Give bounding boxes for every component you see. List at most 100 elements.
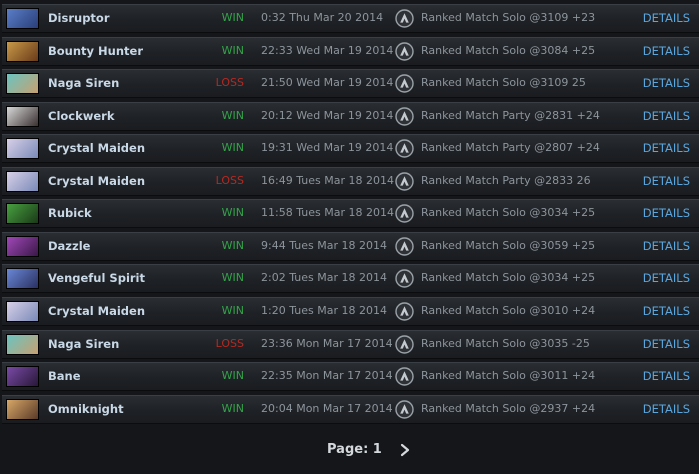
hero-name: Crystal Maiden [48, 303, 146, 318]
details-link[interactable]: DETAILS [643, 206, 690, 220]
hero-name: Bane [48, 369, 81, 384]
hero-portrait-icon [6, 203, 39, 225]
match-mode-icon [395, 399, 414, 419]
match-time: 11:58 Tues Mar 18 2014 [261, 206, 394, 220]
match-result: WIN [221, 11, 244, 24]
match-row[interactable]: Crystal Maiden WIN 1:20 Tues Mar 18 2014 Ra… [2, 296, 699, 326]
details-link[interactable]: DETAILS [643, 76, 690, 90]
match-time: 20:12 Wed Mar 19 2014 [261, 108, 394, 122]
hero-name: Vengeful Spirit [48, 271, 145, 286]
match-result: WIN [221, 369, 244, 383]
details-link[interactable]: DETAILS [643, 109, 690, 123]
details-link[interactable]: DETAILS [643, 337, 690, 351]
match-type: Ranked Match Solo @3034 +25 [421, 206, 596, 220]
match-result: LOSS [215, 173, 244, 187]
match-result: WIN [221, 303, 244, 317]
pagination: Page: 1 [0, 428, 699, 474]
match-result: LOSS [215, 76, 244, 90]
hero-portrait-icon [6, 268, 39, 290]
hero-name: Dazzle [48, 238, 91, 253]
match-mode-icon [395, 139, 414, 158]
match-row[interactable]: Clockwerk WIN 20:12 Wed Mar 19 2014 Ranked … [2, 101, 699, 131]
hero-portrait-icon [6, 40, 39, 62]
match-type: Ranked Match Solo @3059 +25 [421, 238, 596, 252]
match-mode-icon [395, 9, 414, 28]
details-link[interactable]: DETAILS [643, 369, 690, 383]
details-link[interactable]: DETAILS [643, 141, 690, 155]
details-link[interactable]: DETAILS [643, 239, 690, 253]
next-page-icon[interactable] [397, 441, 413, 459]
hero-name: Crystal Maiden [48, 173, 146, 188]
match-row[interactable]: Vengeful Spirit WIN 2:02 Tues Mar 18 2014 R… [2, 264, 699, 294]
match-type: Ranked Match Party @2831 +24 [421, 108, 600, 122]
match-time: 19:31 Wed Mar 19 2014 [261, 141, 394, 155]
match-row[interactable]: Disruptor WIN 0:32 Thu Mar 20 2014 Ranked M… [2, 4, 699, 33]
hero-name: Rubick [48, 206, 92, 221]
match-row[interactable]: Naga Siren LOSS 23:36 Mon Mar 17 2014 Ranke… [2, 329, 699, 359]
match-mode-icon [395, 172, 414, 191]
match-row[interactable]: Crystal Maiden WIN 19:31 Wed Mar 19 2014 Ra… [2, 134, 699, 164]
hero-portrait-icon [6, 8, 39, 29]
match-row[interactable]: Naga Siren LOSS 21:50 Wed Mar 19 2014 Ranke… [2, 69, 699, 99]
details-link[interactable]: DETAILS [643, 44, 690, 58]
match-type: Ranked Match Party @2807 +24 [421, 141, 600, 155]
hero-name: Omniknight [48, 401, 124, 416]
match-row[interactable]: Omniknight WIN 20:04 Mon Mar 17 2014 Ranked… [2, 394, 699, 424]
match-mode-icon [395, 367, 414, 386]
match-time: 0:32 Thu Mar 20 2014 [261, 11, 384, 24]
hero-name: Disruptor [48, 11, 110, 25]
match-time: 22:35 Mon Mar 17 2014 [261, 369, 393, 383]
hero-portrait-icon [6, 170, 39, 192]
match-time: 2:02 Tues Mar 18 2014 [261, 271, 387, 285]
hero-name: Crystal Maiden [48, 141, 146, 156]
hero-name: Naga Siren [48, 336, 120, 351]
match-type: Ranked Match Solo @2937 +24 [421, 401, 596, 415]
match-mode-icon [395, 41, 414, 61]
hero-name: Bounty Hunter [48, 43, 144, 58]
match-time: 22:33 Wed Mar 19 2014 [261, 43, 394, 57]
match-result: WIN [221, 238, 244, 252]
match-mode-icon [395, 302, 414, 321]
match-type: Ranked Match Solo @3084 +25 [421, 43, 596, 57]
match-row[interactable]: Rubick WIN 11:58 Tues Mar 18 2014 Ranked Ma… [2, 199, 699, 229]
hero-portrait-icon [6, 73, 39, 95]
match-result: WIN [221, 206, 244, 220]
match-mode-icon [395, 204, 414, 223]
match-row[interactable]: Bane WIN 22:35 Mon Mar 17 2014 Ranked Match… [2, 362, 699, 392]
details-link[interactable]: DETAILS [643, 174, 690, 188]
match-row[interactable]: Crystal Maiden LOSS 16:49 Tues Mar 18 2014… [2, 166, 699, 196]
match-mode-icon [395, 74, 414, 93]
hero-portrait-icon [6, 300, 39, 322]
details-link[interactable]: DETAILS [643, 402, 690, 416]
hero-portrait-icon [6, 138, 39, 160]
match-result: WIN [221, 401, 244, 415]
match-type: Ranked Match Solo @3109 +23 [421, 11, 596, 24]
hero-portrait-icon [6, 366, 39, 388]
hero-portrait-icon [6, 235, 39, 257]
details-link[interactable]: DETAILS [643, 271, 690, 285]
match-mode-icon [395, 106, 414, 126]
match-mode-icon [395, 269, 414, 289]
match-type: Ranked Match Solo @3034 +25 [421, 271, 596, 285]
match-result: WIN [221, 108, 244, 122]
details-link[interactable]: DETAILS [643, 304, 690, 318]
match-time: 9:44 Tues Mar 18 2014 [261, 238, 387, 252]
match-row[interactable]: Dazzle WIN 9:44 Tues Mar 18 2014 Ranked Mat… [2, 231, 699, 261]
match-result: WIN [221, 271, 244, 285]
match-time: 16:49 Tues Mar 18 2014 [261, 173, 394, 187]
match-mode-icon [395, 334, 414, 354]
match-type: Ranked Match Party @2833 26 [421, 173, 591, 187]
match-result: WIN [221, 43, 244, 57]
match-type: Ranked Match Solo @3010 +24 [421, 303, 596, 317]
match-type: Ranked Match Solo @3011 +24 [421, 369, 596, 383]
match-time: 1:20 Tues Mar 18 2014 [261, 303, 387, 317]
match-result: WIN [221, 141, 244, 155]
match-row[interactable]: Bounty Hunter WIN 22:33 Wed Mar 19 2014 Ran… [2, 36, 699, 66]
match-type: Ranked Match Solo @3035 -25 [421, 336, 590, 350]
match-time: 20:04 Mon Mar 17 2014 [261, 401, 393, 415]
details-link[interactable]: DETAILS [643, 11, 690, 25]
hero-name: Naga Siren [48, 76, 120, 91]
match-type: Ranked Match Solo @3109 25 [421, 76, 586, 90]
hero-name: Clockwerk [48, 108, 115, 123]
hero-portrait-icon [6, 333, 39, 355]
